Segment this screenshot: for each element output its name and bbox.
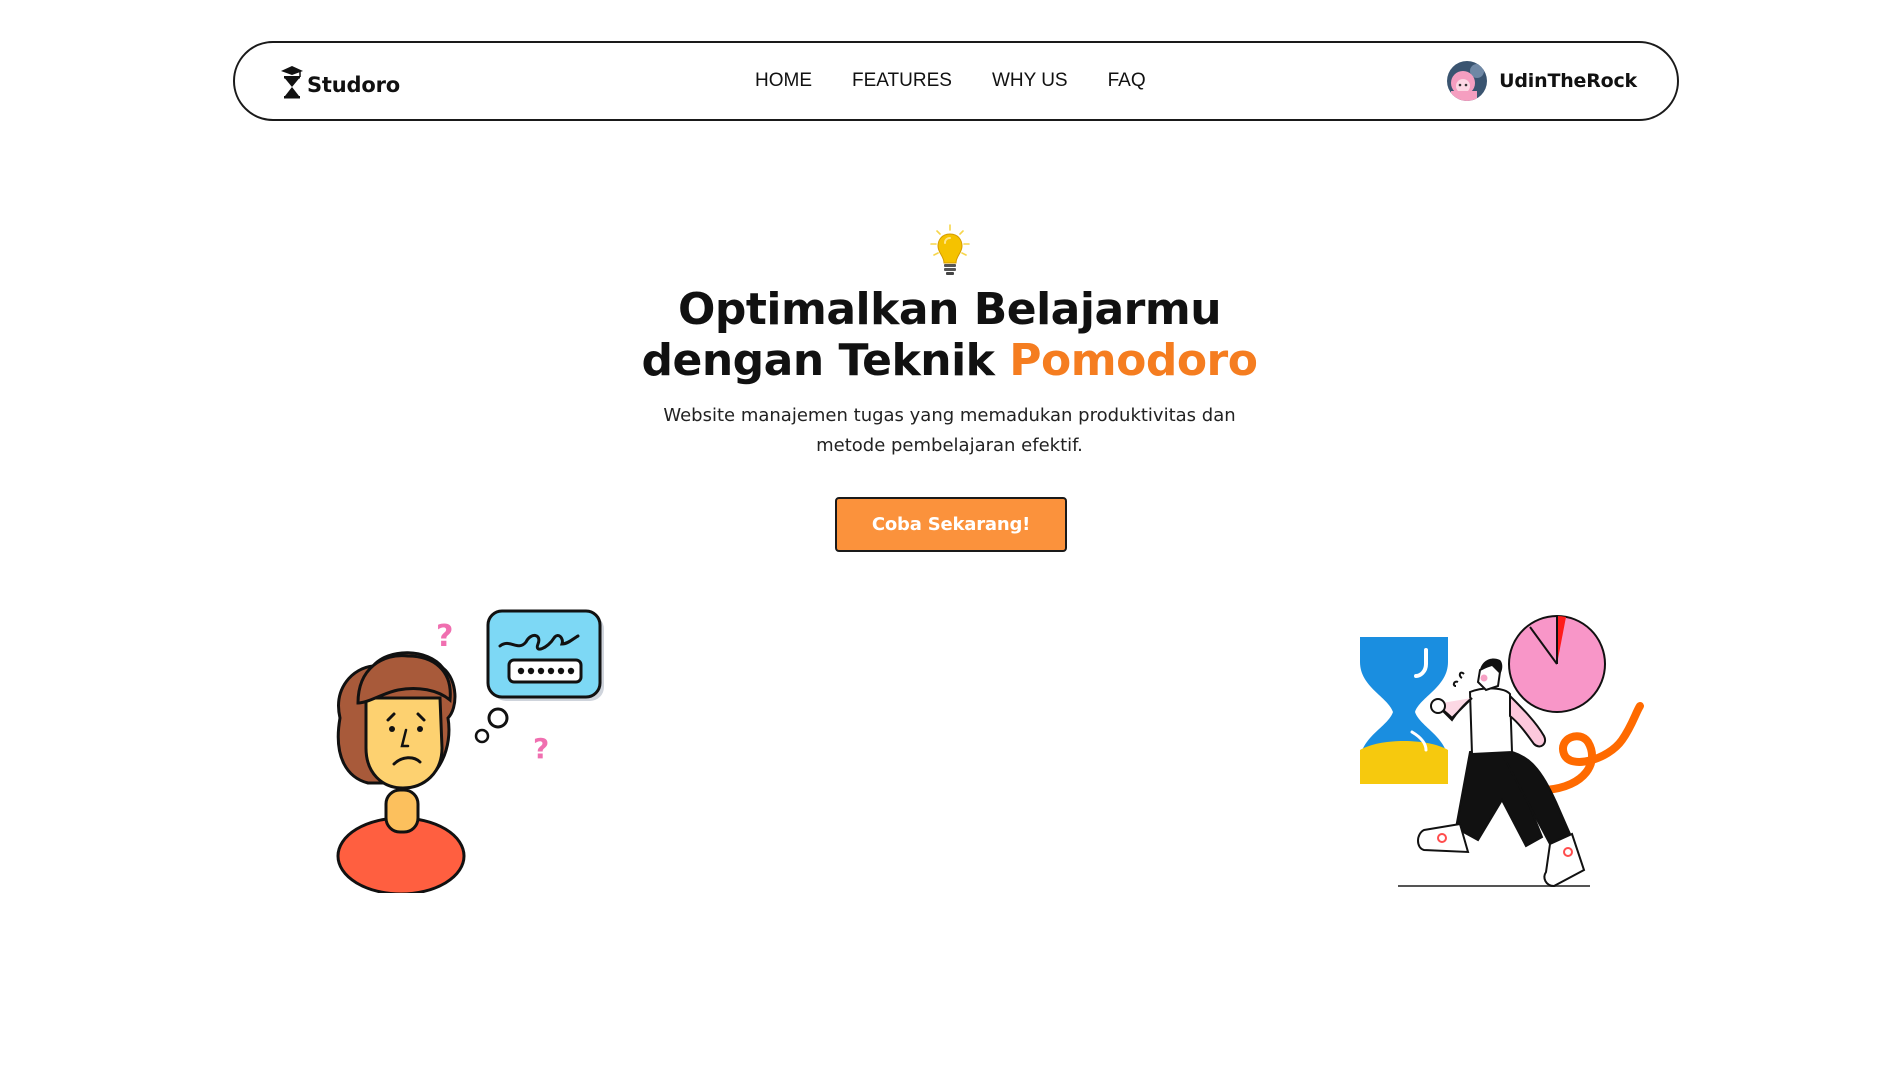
hero-title: Optimalkan Belajarmu dengan Teknik Pomod… [0,284,1899,386]
lightbulb-icon [929,223,971,286]
brand[interactable]: Studoro [279,65,400,104]
nav-link-features[interactable]: FEATURES [852,70,952,92]
hero-subtitle-line2: metode pembelajaran efektif. [816,435,1083,456]
brand-name: Studoro [307,72,400,97]
hero-title-line2: dengan Teknik [641,335,1010,386]
hero-subtitle: Website manajemen tugas yang memadukan p… [0,401,1899,461]
svg-text:?: ? [436,619,453,654]
navbar: Studoro HOME FEATURES WHY US FAQ UdinThe… [233,41,1679,121]
nav-link-home[interactable]: HOME [755,70,812,92]
nav-link-faq[interactable]: FAQ [1108,70,1146,92]
user-menu[interactable]: UdinTheRock [1447,61,1637,101]
nav-link-why-us[interactable]: WHY US [992,70,1068,92]
hero-title-accent: Pomodoro [1009,335,1258,386]
try-now-button[interactable]: Coba Sekarang! [835,497,1067,552]
hero-title-line1: Optimalkan Belajarmu [677,284,1222,335]
running-person-illustration [1360,612,1650,907]
confused-person-illustration: ? ? [328,608,608,898]
nav-links: HOME FEATURES WHY US FAQ [755,43,1146,119]
hourglass-graduation-logo-icon [279,65,305,104]
username: UdinTheRock [1499,70,1637,92]
svg-text:?: ? [533,732,549,765]
hero-subtitle-line1: Website manajemen tugas yang memadukan p… [663,405,1236,426]
avatar[interactable] [1447,61,1488,101]
